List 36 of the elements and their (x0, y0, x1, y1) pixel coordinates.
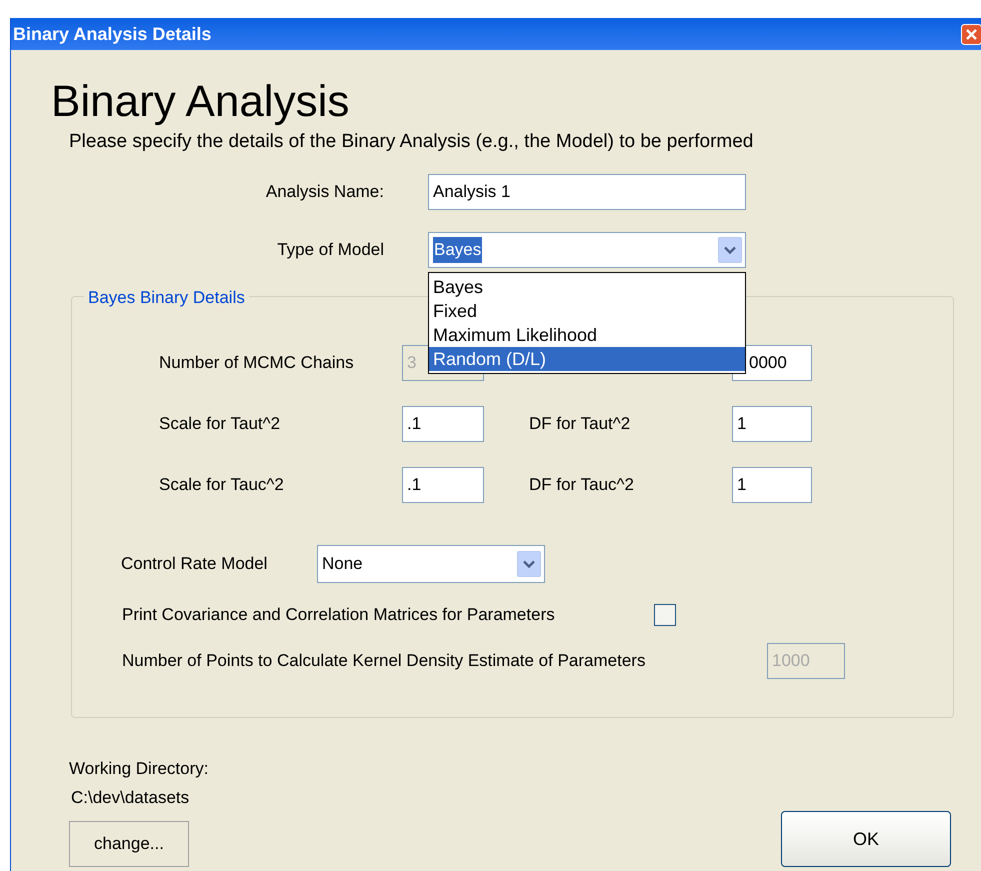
kernel-points-label: Number of Points to Calculate Kernel Density Estimate of Parameters (122, 650, 646, 672)
dropdown-option[interactable]: Random (D/L) (429, 347, 745, 371)
model-label: Type of Model (277, 239, 384, 262)
analysis-name-label: Analysis Name: (266, 181, 384, 204)
change-button[interactable]: change... (69, 821, 189, 867)
field-label: Number of MCMC Chains (159, 353, 354, 372)
chevron-down-icon (724, 246, 736, 254)
working-directory-path: C:\dev\datasets (71, 787, 190, 809)
control-rate-label: Control Rate Model (121, 553, 268, 576)
chevron-down-icon (523, 560, 535, 568)
field-label: DF for Taut^2 (529, 414, 630, 433)
dropdown-option[interactable]: Bayes (429, 275, 745, 299)
checkbox[interactable] (654, 604, 676, 626)
text-field[interactable]: 1 (732, 406, 812, 442)
working-directory-label: Working Directory: (69, 758, 208, 780)
print-matrices-label: Print Covariance and Correlation Matrices for Parameters (122, 604, 556, 626)
text-field[interactable]: 1 (732, 467, 812, 503)
close-icon[interactable] (961, 24, 981, 45)
dropdown-option[interactable]: Fixed (429, 299, 745, 323)
dropdown-button[interactable] (718, 237, 742, 263)
subtitle: Please specify the details of the Binary Analysis (e.g., the Model) to be performed (69, 130, 754, 154)
field-label: Scale for Tauc^2 (159, 475, 284, 494)
text-field[interactable]: .1 (402, 406, 484, 442)
ok-button[interactable]: OK (781, 811, 951, 867)
dropdown-button[interactable] (517, 551, 541, 577)
dropdown-option[interactable]: Maximum Likelihood (429, 323, 745, 347)
analysis-name-field[interactable]: Analysis 1 (428, 174, 746, 210)
model-combo-box[interactable]: Bayes (428, 232, 746, 268)
model-value: Bayes (433, 237, 482, 263)
control-rate-combo-box[interactable]: None (317, 545, 545, 583)
text-field[interactable]: .1 (402, 467, 484, 503)
control-rate-value: None (322, 553, 363, 576)
field-label: DF for Tauc^2 (529, 475, 634, 494)
heading: Binary Analysis (51, 78, 350, 126)
field-label: Scale for Taut^2 (159, 414, 280, 433)
window-title: Binary Analysis Details (13, 22, 212, 46)
